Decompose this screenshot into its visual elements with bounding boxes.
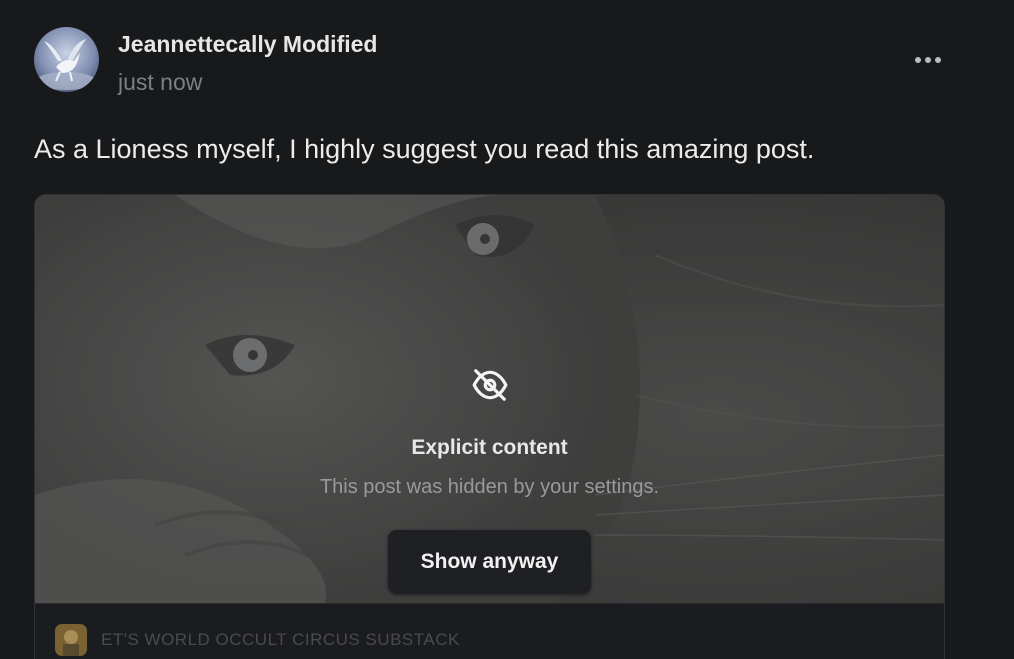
- pegasus-avatar-icon: [34, 27, 99, 92]
- ellipsis-icon: [915, 57, 941, 63]
- eye-off-icon: [471, 366, 509, 404]
- show-anyway-button[interactable]: Show anyway: [388, 530, 591, 594]
- blurred-media[interactable]: Explicit content This post was hidden by…: [35, 195, 944, 603]
- embedded-post-card[interactable]: Explicit content This post was hidden by…: [34, 194, 945, 659]
- author-avatar[interactable]: [34, 27, 99, 92]
- explicit-content-subtitle: This post was hidden by your settings.: [319, 476, 660, 498]
- post-timestamp[interactable]: just now: [118, 68, 202, 96]
- post-text: As a Lioness myself, I highly suggest yo…: [34, 134, 815, 164]
- publication-footer[interactable]: ET'S WORLD OCCULT CIRCUS SUBSTACK: [35, 603, 944, 659]
- post-card: Jeannettecally Modified just now As a Li…: [0, 0, 1014, 659]
- more-options-button[interactable]: [904, 46, 952, 74]
- publication-logo: [55, 624, 87, 656]
- publication-name: ET'S WORLD OCCULT CIRCUS SUBSTACK: [101, 630, 460, 649]
- author-name[interactable]: Jeannettecally Modified: [118, 30, 377, 58]
- explicit-content-title: Explicit content: [411, 436, 568, 459]
